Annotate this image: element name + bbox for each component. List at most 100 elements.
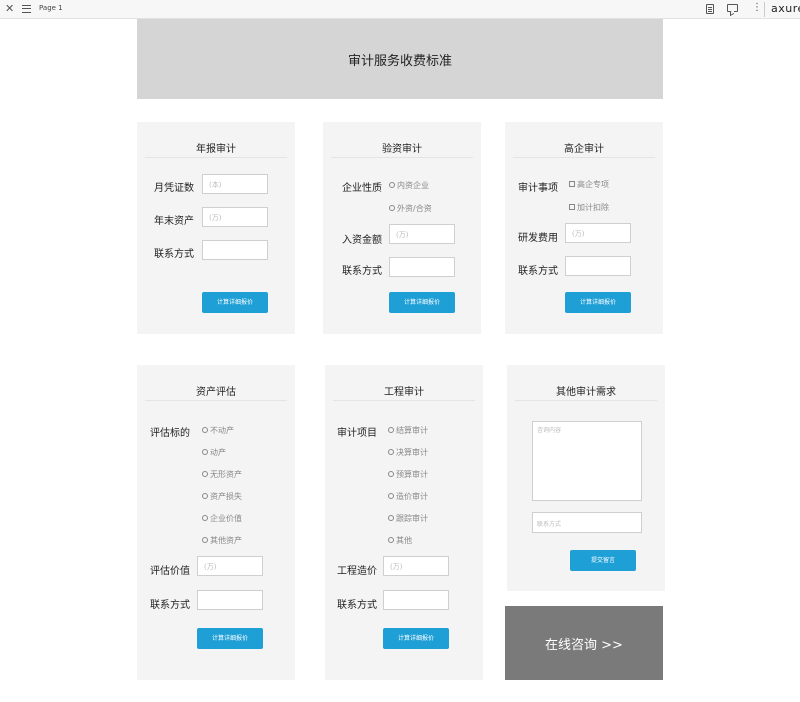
radio-icon (202, 493, 208, 499)
capital-amount-label: 入资金额 (342, 235, 382, 246)
radio-other-assets[interactable]: 其他资产 (202, 535, 242, 546)
radio-budget-audit[interactable]: 预算审计 (388, 469, 428, 480)
contact-input[interactable] (389, 257, 455, 277)
checkbox-additional-deduction[interactable]: 加计扣除 (569, 202, 609, 213)
card-title: 工程审计 (384, 387, 424, 398)
annual-audit-card: 年报审计 月凭证数 (本) 年末资产 (万) 联系方式 计算详细报价 (137, 122, 295, 334)
calculate-quote-button[interactable]: 计算详细报价 (389, 292, 455, 313)
contact-input[interactable] (383, 590, 449, 610)
hightech-audit-card: 高企审计 审计事项 高企专项 加计扣除 研发费用 (万) 联系方式 计算详细报价 (505, 122, 663, 334)
radio-icon (202, 471, 208, 477)
contact-label: 联系方式 (337, 600, 377, 611)
radio-other[interactable]: 其他 (388, 535, 412, 546)
radio-icon (389, 182, 395, 188)
capital-amount-input[interactable]: (万) (389, 224, 455, 244)
calculate-quote-button[interactable]: 计算详细报价 (383, 628, 449, 649)
radio-icon (388, 471, 394, 477)
radio-settlement-audit[interactable]: 结算审计 (388, 425, 428, 436)
radio-icon (388, 537, 394, 543)
contact-input[interactable] (197, 590, 263, 610)
radio-icon (202, 449, 208, 455)
audit-item-label: 审计项目 (337, 428, 377, 439)
vouchers-input[interactable]: (本) (202, 174, 268, 194)
capital-verification-card: 验资审计 企业性质 内资企业 外资/合资 入资金额 (万) 联系方式 计算详细报… (323, 122, 481, 334)
radio-tracking-audit[interactable]: 跟踪审计 (388, 513, 428, 524)
contact-input[interactable] (565, 256, 631, 276)
engineering-audit-card: 工程审计 审计项目 结算审计 决算审计 预算审计 造价审计 跟踪审计 其他 工程… (325, 365, 483, 680)
appraisal-value-input[interactable]: (万) (197, 556, 263, 576)
contact-input[interactable]: 联系方式 (532, 512, 642, 533)
divider (145, 400, 287, 401)
card-title: 其他审计需求 (556, 387, 616, 398)
option-label: 无形资产 (210, 470, 242, 479)
rd-cost-input[interactable]: (万) (565, 223, 631, 243)
rd-cost-label: 研发费用 (518, 233, 558, 244)
option-label: 不动产 (210, 426, 234, 435)
option-label: 企业价值 (210, 514, 242, 523)
page-banner: 审计服务收费标准 (137, 19, 663, 99)
radio-real-estate[interactable]: 不动产 (202, 425, 234, 436)
radio-asset-loss[interactable]: 资产损失 (202, 491, 242, 502)
option-label: 加计扣除 (577, 203, 609, 212)
close-icon[interactable]: ✕ (5, 2, 14, 15)
radio-icon (202, 537, 208, 543)
radio-icon (202, 427, 208, 433)
option-label: 其他 (396, 536, 412, 545)
radio-intangible[interactable]: 无形资产 (202, 469, 242, 480)
checkbox-hightech-special[interactable]: 高企专项 (569, 179, 609, 190)
inquiry-content-textarea[interactable]: 咨询内容 (532, 421, 642, 501)
option-label: 跟踪审计 (396, 514, 428, 523)
option-label: 结算审计 (396, 426, 428, 435)
option-label: 决算审计 (396, 448, 428, 457)
radio-cost-audit[interactable]: 造价审计 (388, 491, 428, 502)
radio-enterprise-value[interactable]: 企业价值 (202, 513, 242, 524)
card-title: 年报审计 (196, 144, 236, 155)
radio-icon (388, 515, 394, 521)
page-name[interactable]: Page 1 (39, 4, 63, 12)
online-consult-label: 在线咨询 >> (545, 637, 623, 653)
radio-foreign[interactable]: 外资/合资 (389, 203, 432, 214)
option-label: 预算审计 (396, 470, 428, 479)
radio-icon (388, 449, 394, 455)
contact-label: 联系方式 (154, 249, 194, 260)
appraisal-value-label: 评估价值 (150, 566, 190, 577)
page-title: 审计服务收费标准 (347, 53, 452, 69)
option-label: 资产损失 (210, 492, 242, 501)
radio-icon (388, 493, 394, 499)
submit-message-button[interactable]: 提交留言 (570, 550, 636, 571)
menu-icon[interactable] (22, 5, 31, 13)
option-label: 造价审计 (396, 492, 428, 501)
radio-domestic[interactable]: 内资企业 (389, 180, 429, 191)
project-cost-input[interactable]: (万) (383, 556, 449, 576)
online-consult-button[interactable]: 在线咨询 >> (505, 606, 663, 680)
divider (331, 157, 473, 158)
contact-label: 联系方式 (342, 266, 382, 277)
radio-icon (389, 205, 395, 211)
calculate-quote-button[interactable]: 计算详细报价 (197, 628, 263, 649)
axure-logo[interactable]: axure (771, 2, 800, 15)
enterprise-nature-label: 企业性质 (342, 183, 382, 194)
audit-matter-label: 审计事项 (518, 183, 558, 194)
document-icon[interactable] (706, 4, 714, 14)
vouchers-label: 月凭证数 (154, 183, 194, 194)
toolbar-divider (764, 2, 765, 17)
assets-input[interactable]: (万) (202, 207, 268, 227)
project-cost-label: 工程造价 (337, 566, 377, 577)
radio-final-accounts-audit[interactable]: 决算审计 (388, 447, 428, 458)
calculate-quote-button[interactable]: 计算详细报价 (202, 292, 268, 313)
divider (515, 400, 657, 401)
calculate-quote-button[interactable]: 计算详细报价 (565, 292, 631, 313)
radio-icon (202, 515, 208, 521)
card-title: 高企审计 (564, 144, 604, 155)
contact-label: 联系方式 (150, 600, 190, 611)
other-audit-request-card: 其他审计需求 咨询内容 联系方式 提交留言 (507, 365, 665, 591)
radio-movable[interactable]: 动产 (202, 447, 226, 458)
comment-icon[interactable] (727, 4, 738, 12)
option-label: 动产 (210, 448, 226, 457)
contact-input[interactable] (202, 240, 268, 260)
appraisal-target-label: 评估标的 (150, 428, 190, 439)
more-icon[interactable]: ⋮ (752, 2, 762, 14)
divider (513, 157, 655, 158)
contact-label: 联系方式 (518, 266, 558, 277)
card-title: 验资审计 (382, 144, 422, 155)
